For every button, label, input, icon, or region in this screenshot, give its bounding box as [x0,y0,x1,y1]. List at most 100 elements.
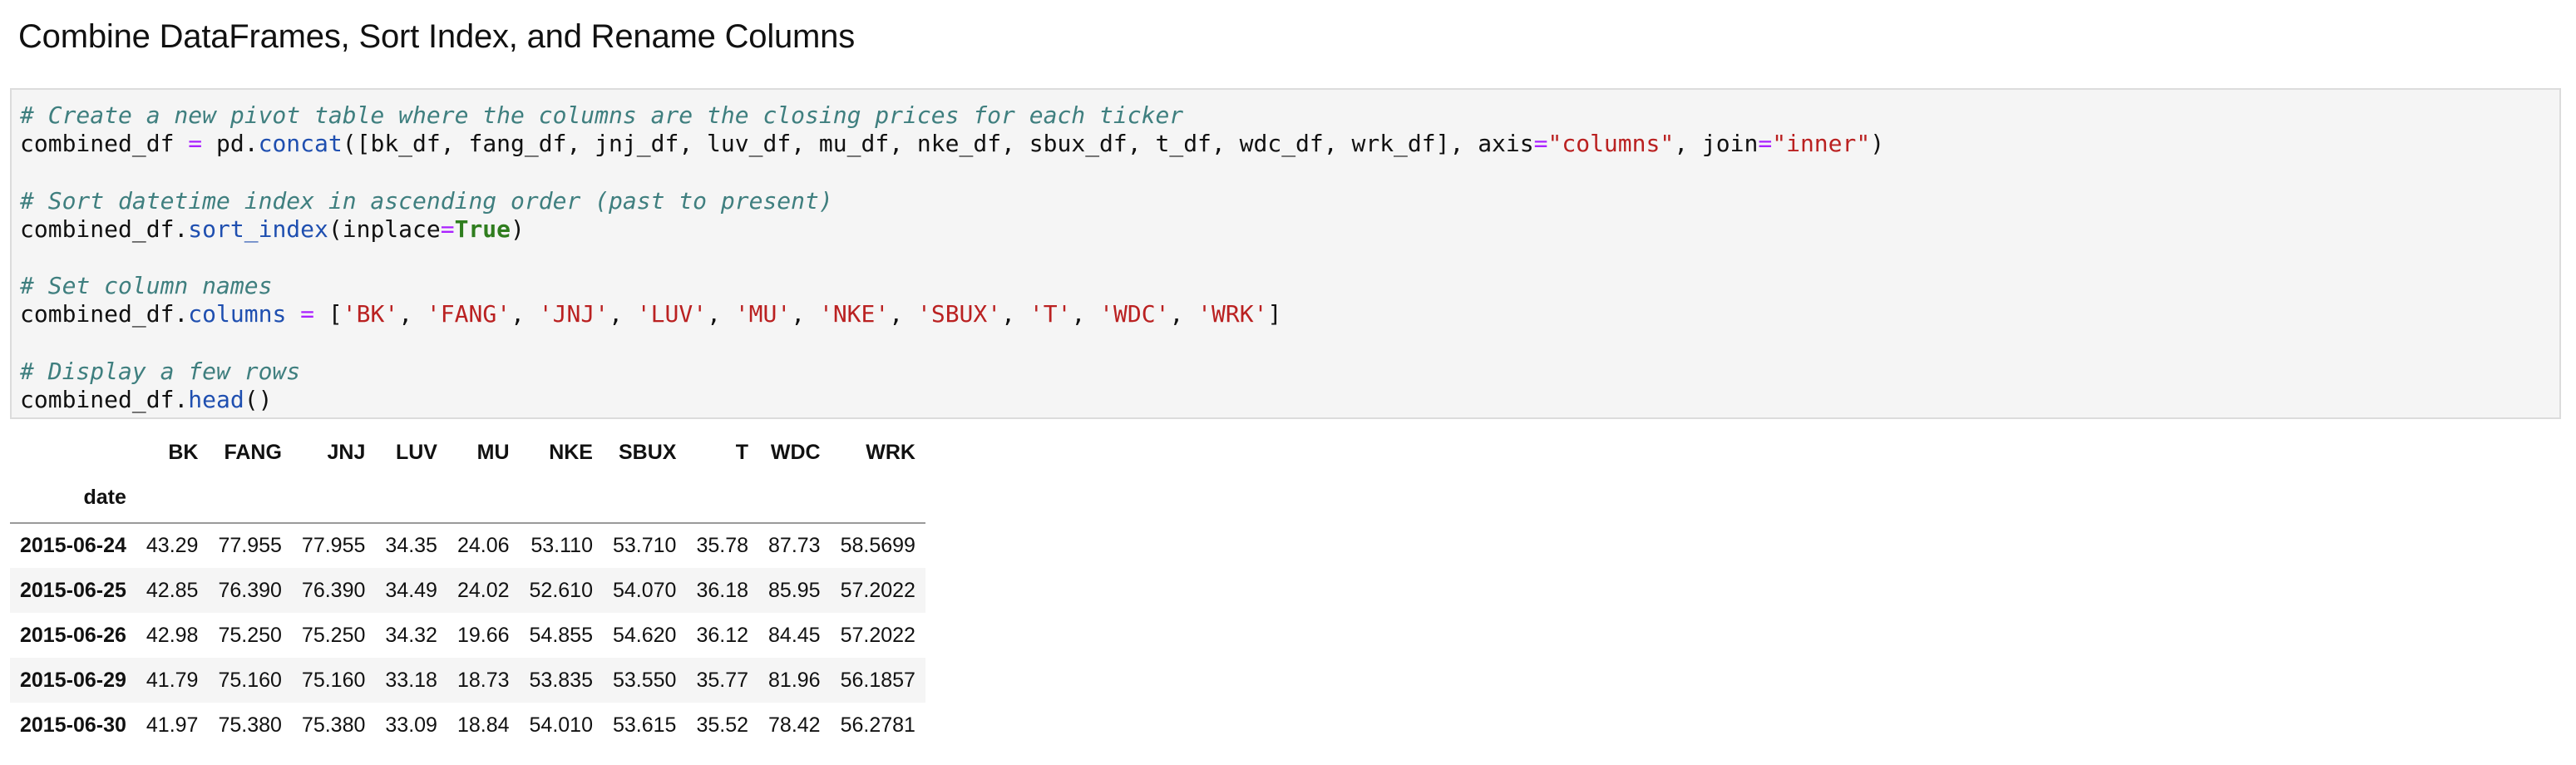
code-token-txt: , [1169,300,1198,328]
table-cell: 24.02 [456,578,510,602]
table-cell: 75.250 [218,623,282,647]
code-line: combined_df.head() [20,386,1884,414]
table-cell: 85.95 [768,578,821,602]
table-cell: 42.85 [146,578,199,602]
table-cell: 75.380 [301,713,366,737]
table-cell: 34.35 [385,534,437,557]
column-header: WDC [770,440,821,464]
code-token-txt: , [398,300,427,328]
index-header-filler [136,472,209,524]
code-token-txt: combined_df [20,130,189,158]
table-cell: 19.66 [456,623,510,647]
row-index-date: 2015-06-26 [20,623,126,647]
column-header: JNJ [327,440,366,464]
table-cell: 35.78 [696,534,749,557]
table-cell: 53.110 [530,534,593,557]
table-cell: 52.610 [529,578,593,602]
code-token-op: = [1758,130,1773,158]
code-token-op: = [440,215,455,243]
table-cell: 41.97 [146,713,199,737]
code-token-txt: combined_df. [20,385,189,413]
table-cell: 24.06 [456,534,510,557]
table-cell: 75.160 [218,668,282,692]
table-cell: 41.79 [146,668,199,692]
column-header: T [735,440,749,464]
code-token-txt: , [889,300,917,328]
table-cell: 34.49 [385,578,437,602]
code-token-txt: , [1001,300,1029,328]
table-cell: 54.620 [612,623,677,647]
table-cell: 81.96 [768,668,821,692]
table-cell: 36.12 [696,623,749,647]
corner-cell [10,432,136,472]
code-token-txt: ] [1267,300,1282,328]
code-token-txt: , [1071,300,1100,328]
table-cell: 75.160 [301,668,366,692]
table-row: 2015-06-29 41.79 75.160 75.160 33.18 18.73 53.… [10,658,925,703]
code-token-txt: , [791,300,819,328]
code-token-str: "inner" [1772,130,1871,158]
code-token-txt: () [244,385,273,413]
code-token-str: 'MU' [734,300,792,328]
code-token-op: = [1533,130,1548,158]
code-token-comment: # Sort datetime index in ascending order… [20,186,833,215]
table-cell: 43.29 [146,534,199,557]
code-token-comment: # Create a new pivot table where the col… [20,101,1184,129]
column-header: SBUX [618,440,677,464]
table-cell: 56.1857 [840,668,915,692]
code-token-str: 'BK' [342,300,399,328]
table-cell: 36.18 [696,578,749,602]
code-token-txt: , [707,300,735,328]
code-token-txt: combined_df. [20,215,189,243]
table-cell: 56.2781 [840,713,915,737]
table-cell: 76.390 [301,578,366,602]
table-cell: 54.010 [529,713,593,737]
code-block[interactable]: # Create a new pivot table where the col… [20,101,1884,414]
code-token-kw: True [454,215,511,243]
table-cell: 53.835 [529,668,593,692]
index-header-filler [519,472,603,524]
column-header: MU [476,440,510,464]
table-body: 2015-06-24 43.29 77.955 77.955 34.35 24.06 53.… [10,523,925,748]
table-cell: 84.45 [768,623,821,647]
column-header: BK [168,440,199,464]
index-header-filler [447,472,520,524]
code-token-fn: sort_index [188,215,328,243]
index-header-filler [830,472,925,524]
code-token-str: 'JNJ' [538,300,609,328]
code-token-txt: combined_df. [20,300,189,328]
row-index-date: 2015-06-29 [20,668,126,692]
index-header-row: date [10,472,925,524]
code-token-str: 'NKE' [818,300,890,328]
dataframe-table: BK FANG JNJ LUV MU NKE SBUX T WDC WRK date 2015-0… [10,432,925,748]
code-token-txt: , [511,300,539,328]
code-token-txt: , join [1674,130,1759,158]
table-cell: 18.84 [456,713,510,737]
index-header-filler [602,472,687,524]
code-cell[interactable]: # Create a new pivot table where the col… [10,88,2561,419]
code-token-str: 'LUV' [636,300,708,328]
table-row: 2015-06-25 42.85 76.390 76.390 34.49 24.02 52.… [10,568,925,613]
code-line: combined_df.sort_index(inplace=True) [20,215,1884,244]
code-token-txt: pd. [202,130,259,158]
table-cell: 54.855 [529,623,593,647]
index-header-filler [375,472,447,524]
table-cell: 53.615 [612,713,677,737]
table-cell: 75.250 [301,623,366,647]
table-cell: 76.390 [218,578,282,602]
table-cell: 18.73 [456,668,510,692]
code-line: # Create a new pivot table where the col… [20,101,1884,130]
table-cell: 42.98 [146,623,199,647]
code-token-txt: ) [1870,130,1885,158]
table-cell: 58.5699 [840,534,915,557]
table-cell: 33.09 [385,713,437,737]
code-line: combined_df = pd.concat([bk_df, fang_df,… [20,130,1884,158]
table-cell: 87.73 [768,534,821,557]
index-header-filler [291,472,376,524]
code-token-str: 'WRK' [1197,300,1268,328]
row-index-date: 2015-06-25 [20,578,126,602]
